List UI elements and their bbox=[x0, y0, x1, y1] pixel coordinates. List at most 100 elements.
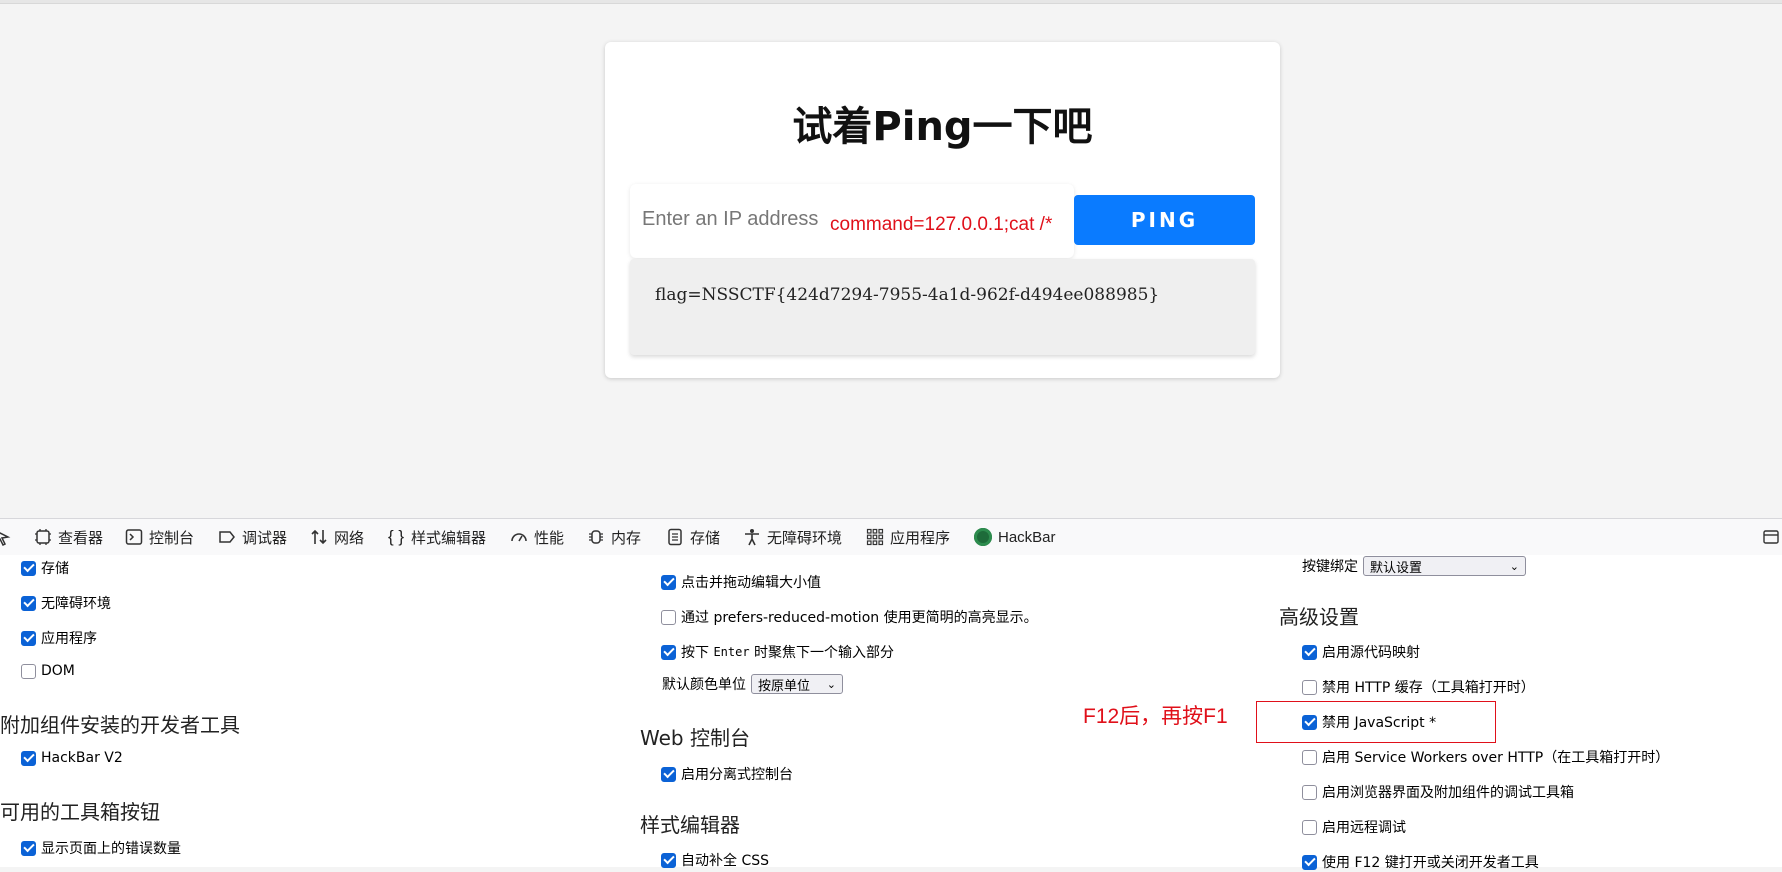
checkbox[interactable] bbox=[21, 750, 36, 766]
tab-label: 网络 bbox=[334, 529, 365, 547]
option-error-count[interactable]: 显示页面上的错误数量 bbox=[21, 838, 181, 858]
option-reduced-motion[interactable]: 通过 prefers-reduced-motion 使用更简明的高亮显示。 bbox=[661, 607, 1038, 627]
application-icon bbox=[866, 528, 884, 546]
highlight-box bbox=[1256, 701, 1496, 743]
command-annotation: command=127.0.0.1;cat /* bbox=[830, 214, 1053, 235]
tab-hackbar[interactable]: HackBar bbox=[974, 519, 1056, 555]
option-service-workers[interactable]: 启用 Service Workers over HTTP（在工具箱打开时） bbox=[1302, 747, 1669, 767]
tab-label: 样式编辑器 bbox=[411, 529, 487, 547]
keybinding-select[interactable]: 默认设置 ⌄ bbox=[1363, 556, 1526, 576]
option-chrome-debugging[interactable]: 启用浏览器界面及附加组件的调试工具箱 bbox=[1302, 782, 1574, 802]
checkbox[interactable] bbox=[1302, 784, 1317, 800]
tab-performance[interactable]: 性能 bbox=[510, 519, 564, 555]
ip-placeholder: Enter an IP address bbox=[642, 208, 819, 230]
option-disable-http-cache[interactable]: 禁用 HTTP 缓存（工具箱打开时） bbox=[1302, 677, 1535, 697]
flag-output-text: flag=NSSCTF{424d7294-7955-4a1d-962f-d494… bbox=[655, 285, 1160, 305]
checkbox[interactable] bbox=[1302, 679, 1317, 695]
tab-console[interactable]: 控制台 bbox=[125, 519, 194, 555]
option-enter-focus[interactable]: 按下 Enter 时聚焦下一个输入部分 bbox=[661, 642, 894, 662]
devtools-toolbar: 查看器 控制台 调试器 网络 { } 样式编辑器 性能 内存 存储 无障碍环境 … bbox=[0, 518, 1782, 556]
color-unit-select[interactable]: 按原单位 ⌄ bbox=[751, 674, 843, 694]
keybinding-setting: 按键绑定 默认设置 ⌄ bbox=[1302, 556, 1526, 576]
tab-application[interactable]: 应用程序 bbox=[866, 519, 950, 555]
option-source-maps[interactable]: 启用源代码映射 bbox=[1302, 642, 1420, 662]
checkbox[interactable] bbox=[661, 852, 676, 868]
option-accessibility[interactable]: 无障碍环境 bbox=[21, 593, 111, 613]
browser-top-edge bbox=[0, 0, 1782, 4]
checkbox[interactable] bbox=[661, 574, 676, 590]
storage-icon bbox=[666, 528, 684, 546]
ping-card: 试着Ping一下吧 Enter an IP address command=12… bbox=[605, 42, 1280, 378]
option-storage[interactable]: 存储 bbox=[21, 558, 69, 578]
tab-label: 性能 bbox=[534, 529, 565, 547]
tab-network[interactable]: 网络 bbox=[310, 519, 364, 555]
checkbox[interactable] bbox=[21, 630, 36, 646]
page-title: 试着Ping一下吧 bbox=[792, 104, 1093, 150]
console-icon bbox=[125, 528, 143, 546]
option-f12-toggle[interactable]: 使用 F12 键打开或关闭开发者工具 bbox=[1302, 852, 1539, 872]
option-label: 启用 Service Workers over HTTP（在工具箱打开时） bbox=[1322, 750, 1670, 766]
option-remote-debugging[interactable]: 启用远程调试 bbox=[1302, 817, 1406, 837]
option-split-console[interactable]: 启用分离式控制台 bbox=[661, 764, 793, 784]
section-style-editor: 样式编辑器 bbox=[640, 813, 740, 837]
option-label: 启用远程调试 bbox=[1322, 820, 1406, 836]
color-unit-label: 默认颜色单位 bbox=[662, 677, 746, 693]
checkbox[interactable] bbox=[21, 663, 36, 679]
option-label: 显示页面上的错误数量 bbox=[41, 841, 181, 857]
checkbox[interactable] bbox=[1302, 854, 1317, 870]
option-label: 通过 prefers-reduced-motion 使用更简明的高亮显示。 bbox=[681, 610, 1038, 626]
option-label-pre: 按下 bbox=[681, 645, 709, 661]
checkbox[interactable] bbox=[661, 766, 676, 782]
ping-button[interactable]: PING bbox=[1074, 195, 1255, 245]
tab-label: 内存 bbox=[611, 529, 642, 547]
annotation-note: F12后，再按F1 bbox=[1083, 705, 1228, 728]
checkbox[interactable] bbox=[1302, 644, 1317, 660]
option-label: 禁用 HTTP 缓存（工具箱打开时） bbox=[1322, 680, 1535, 696]
checkbox[interactable] bbox=[661, 609, 676, 625]
tab-label: HackBar bbox=[998, 528, 1056, 546]
option-hackbar-v2[interactable]: HackBar V2 bbox=[21, 750, 123, 766]
option-label: 应用程序 bbox=[41, 631, 97, 647]
tab-inspector[interactable]: 查看器 bbox=[34, 519, 103, 555]
option-application[interactable]: 应用程序 bbox=[21, 628, 97, 648]
tab-label: 调试器 bbox=[242, 529, 288, 547]
option-label: HackBar V2 bbox=[41, 750, 123, 766]
tab-label: 无障碍环境 bbox=[767, 529, 843, 547]
option-label: 存储 bbox=[41, 561, 69, 577]
tab-label: 存储 bbox=[690, 529, 721, 547]
option-label: 启用源代码映射 bbox=[1322, 645, 1420, 661]
option-label: 启用分离式控制台 bbox=[681, 767, 793, 783]
checkbox[interactable] bbox=[21, 840, 36, 856]
checkbox[interactable] bbox=[1302, 819, 1317, 835]
option-drag-edit[interactable]: 点击并拖动编辑大小值 bbox=[661, 572, 821, 592]
tab-memory[interactable]: 内存 bbox=[587, 519, 641, 555]
memory-icon bbox=[587, 528, 605, 546]
ip-address-input[interactable]: Enter an IP address command=127.0.0.1;ca… bbox=[630, 184, 1074, 258]
checkbox[interactable] bbox=[21, 595, 36, 611]
option-label-key: Enter bbox=[713, 645, 750, 659]
dock-layout-icon[interactable] bbox=[1762, 519, 1780, 555]
checkbox[interactable] bbox=[661, 644, 676, 660]
option-label: 无障碍环境 bbox=[41, 596, 111, 612]
option-label: 启用浏览器界面及附加组件的调试工具箱 bbox=[1322, 785, 1574, 801]
option-dom[interactable]: DOM bbox=[21, 663, 75, 679]
option-label: 自动补全 CSS bbox=[681, 853, 769, 869]
checkbox[interactable] bbox=[1302, 749, 1317, 765]
performance-icon bbox=[510, 528, 528, 546]
tab-accessibility[interactable]: 无障碍环境 bbox=[743, 519, 842, 555]
option-autocomplete-css[interactable]: 自动补全 CSS bbox=[661, 850, 769, 870]
option-label-post: 时聚焦下一个输入部分 bbox=[754, 645, 895, 661]
tab-label: 查看器 bbox=[58, 529, 104, 547]
tab-storage[interactable]: 存储 bbox=[666, 519, 720, 555]
tab-debugger[interactable]: 调试器 bbox=[218, 519, 287, 555]
section-toolbox-buttons: 可用的工具箱按钮 bbox=[0, 800, 160, 824]
inspector-icon bbox=[34, 528, 52, 546]
checkbox[interactable] bbox=[21, 560, 36, 576]
section-addon-devtools: 附加组件安装的开发者工具 bbox=[0, 713, 240, 737]
element-picker-icon[interactable] bbox=[0, 519, 12, 555]
tab-style-editor[interactable]: { } 样式编辑器 bbox=[387, 519, 486, 555]
section-web-console: Web 控制台 bbox=[640, 726, 750, 750]
debugger-icon bbox=[218, 528, 236, 546]
option-label: 点击并拖动编辑大小值 bbox=[681, 575, 821, 591]
accessibility-icon bbox=[743, 528, 761, 546]
